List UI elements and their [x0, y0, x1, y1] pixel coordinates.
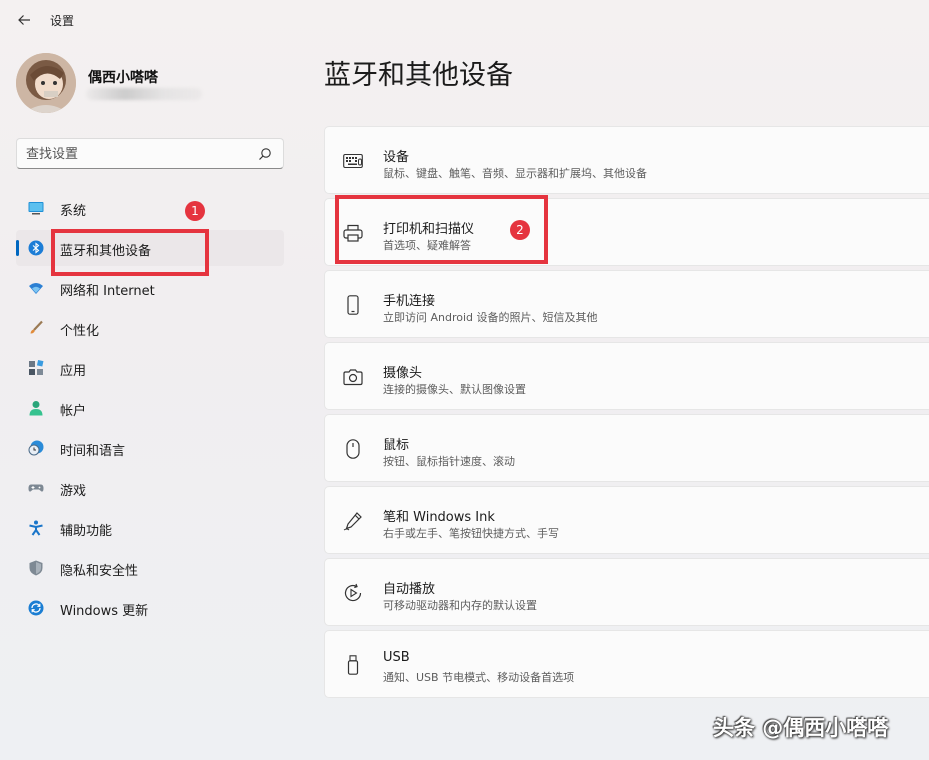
- sidebar-item-label: 时间和语言: [60, 444, 126, 459]
- card-title: 自动播放: [383, 582, 436, 597]
- card-subtitle: 可移动驱动器和内存的默认设置: [383, 599, 537, 612]
- card-pen-windows-ink[interactable]: 笔和 Windows Ink 右手或左手、笔按钮快捷方式、手写: [324, 486, 929, 554]
- sidebar-item-time-language[interactable]: 时间和语言: [16, 430, 284, 466]
- sidebar-item-label: 系统: [60, 204, 87, 219]
- card-camera[interactable]: 摄像头 连接的摄像头、默认图像设置: [324, 342, 929, 410]
- apps-icon: [29, 360, 44, 375]
- shield-icon: [29, 560, 43, 576]
- devices-icon: [343, 153, 363, 169]
- watermark-text: 头条 @偶西小嗒嗒: [713, 716, 889, 740]
- brush-icon: [30, 320, 43, 334]
- profile-name: 偶西小嗒嗒: [88, 70, 158, 86]
- search-icon[interactable]: [258, 147, 272, 161]
- sidebar-item-accounts[interactable]: 帐户: [16, 390, 284, 426]
- back-button[interactable]: [14, 11, 34, 29]
- update-icon: [28, 600, 44, 616]
- annotation-box-sidebar: [51, 229, 209, 276]
- card-phone-link[interactable]: 手机连接 立即访问 Android 设备的照片、短信及其他: [324, 270, 929, 338]
- accessibility-icon: [29, 520, 43, 536]
- sidebar-item-gaming[interactable]: 游戏: [16, 470, 284, 506]
- account-icon: [29, 401, 43, 416]
- sidebar-item-privacy-security[interactable]: 隐私和安全性: [16, 550, 284, 586]
- app-title: 设置: [50, 14, 75, 28]
- title-bar: 设置: [0, 0, 929, 40]
- search-input[interactable]: [26, 145, 246, 163]
- card-autoplay[interactable]: 自动播放 可移动驱动器和内存的默认设置: [324, 558, 929, 626]
- card-subtitle: 按钮、鼠标指针速度、滚动: [383, 455, 515, 468]
- search-box[interactable]: [16, 138, 284, 169]
- card-title: 摄像头: [383, 366, 423, 381]
- sidebar-item-personalization[interactable]: 个性化: [16, 310, 284, 346]
- card-subtitle: 立即访问 Android 设备的照片、短信及其他: [383, 311, 598, 324]
- gamepad-icon: [28, 484, 44, 492]
- wifi-icon: [29, 283, 43, 294]
- phone-icon: [347, 295, 359, 315]
- card-title: 设备: [383, 150, 410, 165]
- page-title: 蓝牙和其他设备: [324, 60, 513, 91]
- clock-globe-icon: [28, 440, 44, 456]
- card-subtitle: 通知、USB 节电模式、移动设备首选项: [383, 671, 575, 684]
- avatar-image: [16, 53, 76, 113]
- selection-indicator: [16, 240, 19, 256]
- sidebar-item-label: 辅助功能: [60, 524, 113, 539]
- pen-icon: [343, 512, 362, 531]
- card-subtitle: 连接的摄像头、默认图像设置: [383, 383, 526, 396]
- card-subtitle: 右手或左手、笔按钮快捷方式、手写: [383, 527, 559, 540]
- sidebar-item-label: 网络和 Internet: [60, 284, 155, 299]
- card-title: 鼠标: [383, 438, 410, 453]
- card-title: 手机连接: [383, 294, 436, 309]
- system-icon: [28, 202, 44, 215]
- camera-icon: [343, 369, 363, 386]
- card-devices[interactable]: 设备 鼠标、键盘、触笔、音频、显示器和扩展坞、其他设备: [324, 126, 929, 194]
- annotation-badge-1: 1: [185, 201, 205, 221]
- annotation-badge-2: 2: [510, 220, 530, 240]
- usb-icon: [347, 655, 359, 675]
- sidebar-item-windows-update[interactable]: Windows 更新: [16, 590, 284, 626]
- card-subtitle: 鼠标、键盘、触笔、音频、显示器和扩展坞、其他设备: [383, 167, 647, 180]
- sidebar-item-system[interactable]: 系统: [16, 190, 284, 226]
- card-title: 笔和 Windows Ink: [383, 510, 495, 525]
- sidebar-item-label: 帐户: [60, 404, 87, 419]
- sidebar-item-label: 游戏: [60, 484, 87, 499]
- sidebar-item-label: 个性化: [60, 324, 100, 339]
- bluetooth-icon: [28, 240, 44, 256]
- profile-email-redacted: [86, 88, 202, 100]
- mouse-icon: [346, 439, 360, 459]
- sidebar-item-label: 隐私和安全性: [60, 564, 139, 579]
- card-title: USB: [383, 650, 410, 665]
- sidebar-item-label: 应用: [60, 364, 87, 379]
- card-mouse[interactable]: 鼠标 按钮、鼠标指针速度、滚动: [324, 414, 929, 482]
- sidebar-item-apps[interactable]: 应用: [16, 350, 284, 386]
- autoplay-icon: [344, 583, 362, 602]
- sidebar-item-accessibility[interactable]: 辅助功能: [16, 510, 284, 546]
- sidebar-item-label: Windows 更新: [60, 604, 149, 619]
- avatar[interactable]: [16, 53, 76, 113]
- card-usb[interactable]: USB 通知、USB 节电模式、移动设备首选项: [324, 630, 929, 698]
- back-arrow-icon: [18, 15, 30, 25]
